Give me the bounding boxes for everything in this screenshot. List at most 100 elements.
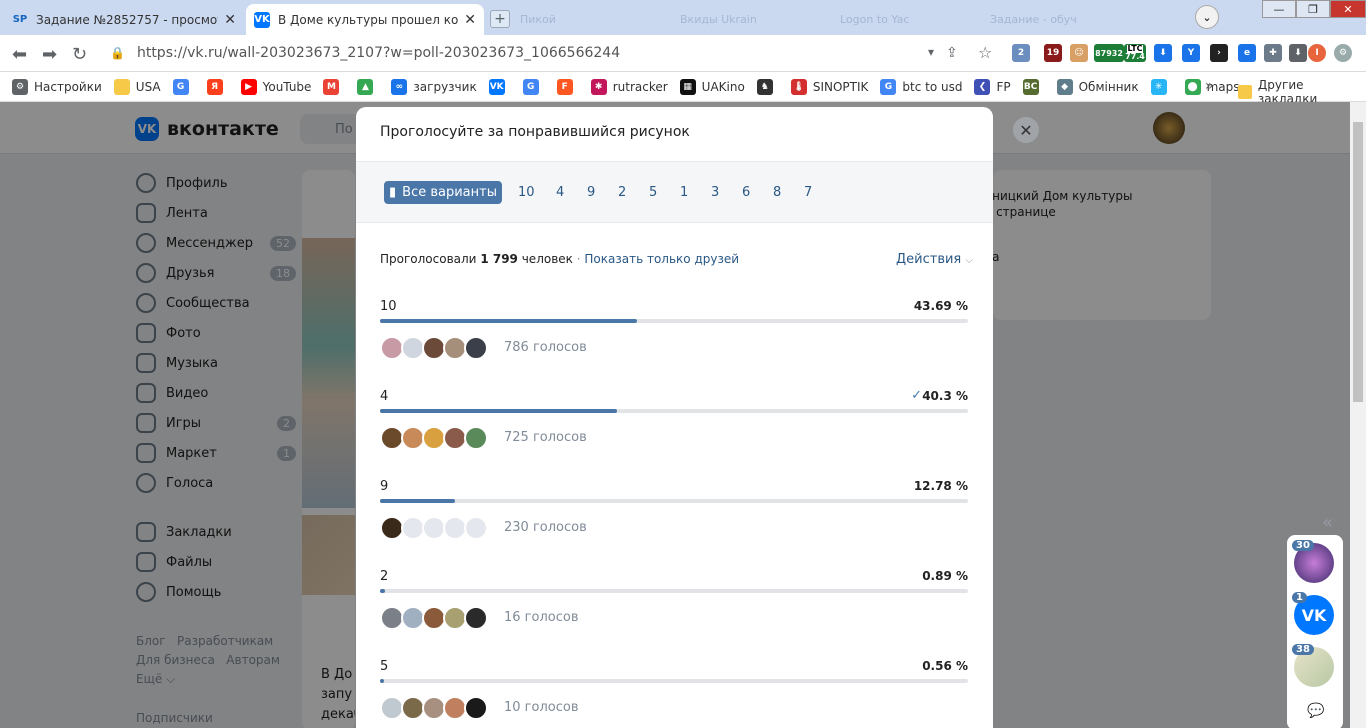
chat-widget[interactable]: 30 xyxy=(1292,540,1334,583)
bookmark[interactable]: G xyxy=(172,78,195,95)
new-tab-button[interactable]: + xyxy=(490,10,510,28)
votes-count[interactable]: 16 голосов xyxy=(504,610,578,625)
bookmark[interactable]: USA xyxy=(113,78,161,95)
bookmark[interactable]: Я xyxy=(206,78,229,95)
close-modal-button[interactable]: ✕ xyxy=(1013,117,1039,143)
voter-avatar[interactable] xyxy=(464,696,488,720)
unread-badge: 1 xyxy=(1292,592,1307,603)
voter-avatar[interactable] xyxy=(464,336,488,360)
tab-all-options[interactable]: ▮ Все варианты xyxy=(384,181,502,204)
votes-count[interactable]: 786 голосов xyxy=(504,340,587,355)
progress-track xyxy=(380,499,968,503)
close-tab-icon[interactable]: ✕ xyxy=(224,12,236,28)
bookmark[interactable]: ✳ xyxy=(1150,78,1173,95)
bookmarks-overflow-icon[interactable]: » xyxy=(1205,78,1214,94)
bookmark[interactable]: VK xyxy=(488,78,511,95)
close-window-button[interactable]: ✕ xyxy=(1330,0,1366,18)
bookmark[interactable]: ▲ xyxy=(357,78,379,95)
chat-bubble-icon[interactable]: 💬 xyxy=(1307,703,1324,719)
bookmark[interactable]: Gbtc to usd xyxy=(880,78,962,95)
bookmark[interactable]: ▶ YouTube xyxy=(240,78,312,95)
cloud-extension-icon[interactable]: 2 xyxy=(1012,44,1030,62)
uakino-icon: ▦ xyxy=(679,78,696,95)
minimize-button[interactable]: — xyxy=(1262,0,1296,18)
terminal-extension-icon[interactable]: › xyxy=(1210,44,1228,62)
progress-track xyxy=(380,589,968,593)
bookmark[interactable]: M xyxy=(323,78,345,95)
puzzle-extensions-icon[interactable]: ✚ xyxy=(1264,44,1282,62)
bookmark[interactable]: 🌡 SINOPTIK xyxy=(790,78,869,95)
bookmark-label: загрузчик xyxy=(413,79,477,94)
option-percent: 12.78 % xyxy=(913,479,968,493)
url-text: https://vk.ru/wall-203023673_2107?w=poll… xyxy=(136,45,621,61)
close-tab-icon[interactable]: ✕ xyxy=(464,12,476,28)
bookmark-star-icon[interactable]: ☆ xyxy=(978,43,992,62)
option-label: 10 xyxy=(380,299,397,314)
settings-extension-icon[interactable]: ⚙ xyxy=(1334,44,1352,62)
maximize-button[interactable]: ❐ xyxy=(1296,0,1330,18)
show-friends-link[interactable]: Показать только друзей xyxy=(584,252,739,266)
tab-option[interactable]: 7 xyxy=(804,185,812,200)
collapse-sidebar-icon[interactable]: « xyxy=(1322,512,1333,533)
voter-avatars[interactable] xyxy=(380,606,488,630)
tab-option[interactable]: 4 xyxy=(556,185,564,200)
downloads-icon[interactable]: ⬇ xyxy=(1289,44,1307,62)
bookmark[interactable]: ▦ UAKino xyxy=(679,78,745,95)
votes-count[interactable]: 230 голосов xyxy=(504,520,587,535)
btc-extension-icon[interactable]: 87932 xyxy=(1094,44,1124,62)
shield-extension-icon[interactable]: 19 xyxy=(1044,44,1062,62)
voter-avatars[interactable] xyxy=(380,426,488,450)
tab-option[interactable]: 5 xyxy=(649,185,657,200)
voter-avatar[interactable] xyxy=(464,426,488,450)
votes-count[interactable]: 10 голосов xyxy=(504,700,578,715)
bookmark[interactable]: BC xyxy=(1022,78,1045,95)
tab-search-button[interactable]: ⌄ xyxy=(1195,5,1219,29)
reload-icon[interactable]: ↻ xyxy=(72,44,87,65)
bookmarks-bar: ⚙ Настройки USA G Я ▶ YouTube M ▲ ∞ загрузч… xyxy=(0,72,1366,102)
folder-icon xyxy=(1238,85,1252,99)
voter-avatars[interactable] xyxy=(380,696,488,720)
tab-option[interactable]: 2 xyxy=(618,185,626,200)
tab-option[interactable]: 10 xyxy=(518,185,535,200)
bookmark[interactable]: ◆ Обмінник xyxy=(1056,78,1139,95)
tab-option[interactable]: 1 xyxy=(680,185,688,200)
scrollbar-thumb[interactable] xyxy=(1353,122,1363,402)
votes-count[interactable]: 725 голосов xyxy=(504,430,587,445)
voter-avatar[interactable] xyxy=(464,606,488,630)
chat-widget-school[interactable]: 38 xyxy=(1292,644,1334,687)
ltc-extension-icon[interactable]: LTC 77.4 xyxy=(1124,44,1146,62)
y-extension-icon[interactable]: Y xyxy=(1182,44,1200,62)
face-extension-icon[interactable]: ☺ xyxy=(1070,44,1088,62)
bookmark-label: SINOPTIK xyxy=(812,79,869,94)
votes-prefix: Проголосовали xyxy=(380,252,477,266)
voter-avatars[interactable] xyxy=(380,336,488,360)
voter-avatars[interactable] xyxy=(380,516,488,540)
bookmark[interactable]: ❮ FP xyxy=(974,78,1011,95)
gear-icon: ⚙ xyxy=(12,78,28,95)
dropdown-icon[interactable]: ▾ xyxy=(928,45,934,59)
download-extension-icon[interactable]: ⬇ xyxy=(1154,44,1172,62)
voter-avatar[interactable] xyxy=(464,516,488,540)
bookmark[interactable]: F xyxy=(556,78,579,95)
chat-widget-vk[interactable]: VK 1 xyxy=(1292,592,1334,635)
actions-dropdown[interactable]: Действия ⌵ xyxy=(896,252,973,267)
tab-option[interactable]: 9 xyxy=(587,185,595,200)
bookmark[interactable]: ♞ xyxy=(756,78,779,95)
tab-option[interactable]: 8 xyxy=(773,185,781,200)
browser-tab-2-active[interactable]: VK В Доме культуры прошел конкур ✕ xyxy=(246,4,484,35)
profile-avatar[interactable]: I xyxy=(1308,44,1326,62)
tab-option[interactable]: 3 xyxy=(711,185,719,200)
forward-icon[interactable]: ➡ xyxy=(42,44,57,65)
bookmark[interactable]: ∞ загрузчик xyxy=(391,78,477,95)
back-icon[interactable]: ⬅ xyxy=(12,44,27,65)
browser-tab-1[interactable]: SP Задание №2852757 - просмотр з ✕ xyxy=(4,4,244,35)
edge-extension-icon[interactable]: e xyxy=(1238,44,1256,62)
page-scrollbar[interactable] xyxy=(1350,102,1366,728)
bookmark-label: YouTube xyxy=(262,79,312,94)
tab-option[interactable]: 6 xyxy=(742,185,750,200)
share-icon[interactable]: ⇪ xyxy=(946,45,958,61)
bookmark[interactable]: G xyxy=(522,78,545,95)
url-field[interactable]: 🔒 https://vk.ru/wall-203023673_2107?w=po… xyxy=(100,39,1000,67)
bookmark[interactable]: ⚙ Настройки xyxy=(12,78,102,95)
bookmark[interactable]: ✱ rutracker xyxy=(590,78,668,95)
